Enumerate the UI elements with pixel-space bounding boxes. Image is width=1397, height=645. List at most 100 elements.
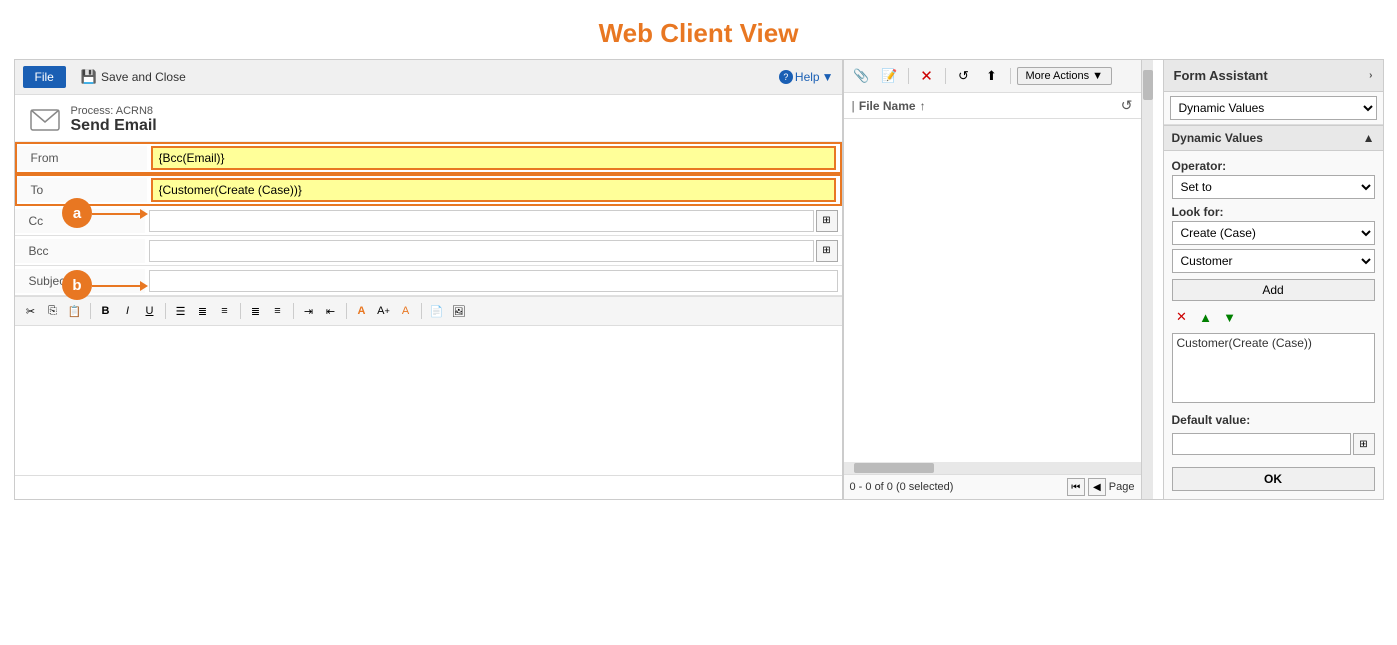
fa-ok-button[interactable]: OK <box>1172 467 1375 491</box>
file-name-label: File Name <box>859 99 916 113</box>
page-title: Web Client View <box>0 0 1397 59</box>
subject-input-wrap <box>145 268 842 294</box>
from-row: From <box>15 142 842 174</box>
fa-move-down-button[interactable]: ▼ <box>1220 307 1240 327</box>
refresh-records-button[interactable]: ↺ <box>952 65 976 87</box>
fa-actions-row: ✕ ▲ ▼ <box>1172 307 1375 327</box>
attach-file-button[interactable]: 📎 <box>850 65 874 87</box>
file-button[interactable]: File <box>23 66 66 88</box>
form-assistant-panel: Form Assistant › Dynamic Values Dynamic … <box>1163 60 1383 499</box>
cc-row: Cc ⊞ <box>15 206 842 236</box>
rte-sep4 <box>293 303 294 319</box>
arrow-b <box>92 285 142 287</box>
rte-paste-button[interactable]: 📋 <box>65 301 85 321</box>
help-button[interactable]: ? Help ▼ <box>779 70 834 84</box>
rte-indent-button[interactable]: ⇥ <box>299 301 319 321</box>
delete-icon: ✕ <box>920 67 933 85</box>
file-name-header: | File Name ↑ ↺ <box>844 93 1141 119</box>
process-header: Process: ACRN8 Send Email <box>15 95 842 142</box>
sort-indicator: | <box>852 99 855 113</box>
rte-image-button[interactable]: 🖼 <box>449 301 469 321</box>
fa-operator-select[interactable]: Set to <box>1172 175 1375 199</box>
bcc-lookup-button[interactable]: ⊞ <box>816 240 838 262</box>
rte-outdent-button[interactable]: ⇤ <box>321 301 341 321</box>
rte-cut-button[interactable]: ✂ <box>21 301 41 321</box>
rte-font-size-button[interactable]: A <box>352 301 372 321</box>
form-assistant-expand-icon[interactable]: › <box>1369 70 1372 81</box>
cc-lookup-button[interactable]: ⊞ <box>816 210 838 232</box>
lookup-icon: ⊞ <box>1359 439 1367 450</box>
vertical-scrollbar-thumb[interactable] <box>1143 70 1153 100</box>
prev-page-button[interactable]: ◀ <box>1088 478 1106 496</box>
fa-list-box[interactable]: Customer(Create (Case)) <box>1172 333 1375 403</box>
fa-default-lookup-button[interactable]: ⊞ <box>1353 433 1375 455</box>
template-icon: 📝 <box>881 68 897 84</box>
rte-sep2 <box>165 303 166 319</box>
fa-move-up-button[interactable]: ▲ <box>1196 307 1216 327</box>
fa-operator-section: Operator: Set to <box>1172 159 1375 199</box>
page-label: Page <box>1109 481 1135 493</box>
arrow-a <box>92 213 142 215</box>
rte-sep3 <box>240 303 241 319</box>
header-refresh-button[interactable]: ↺ <box>1121 97 1133 114</box>
fa-section-collapse-icon[interactable]: ▲ <box>1363 131 1375 145</box>
from-input[interactable] <box>151 146 836 170</box>
fa-add-button[interactable]: Add <box>1172 279 1375 301</box>
lookup-icon: ⊞ <box>822 245 830 256</box>
attachment-toolbar: 📎 📝 ✕ ↺ ⬆ <box>844 60 1141 93</box>
attachment-panel: 📎 📝 ✕ ↺ ⬆ <box>843 60 1153 499</box>
cc-input[interactable] <box>149 210 814 232</box>
save-icon: 💾 <box>81 69 97 85</box>
fa-default-input[interactable] <box>1172 433 1351 455</box>
lookup-icon: ⊞ <box>822 215 830 226</box>
fa-lookfor-section: Look for: Create (Case) Customer <box>1172 205 1375 273</box>
rte-italic-button[interactable]: I <box>118 301 138 321</box>
form-assistant-header: Form Assistant › <box>1164 60 1383 92</box>
to-input-wrap <box>147 176 840 204</box>
more-actions-button[interactable]: More Actions ▼ <box>1017 67 1112 85</box>
subject-input[interactable] <box>149 270 838 292</box>
bcc-label: Bcc <box>15 239 145 263</box>
vertical-scrollbar[interactable] <box>1141 60 1153 499</box>
more-actions-chevron-icon: ▼ <box>1092 70 1103 82</box>
email-form: From To Cc <box>15 142 842 296</box>
annotation-a: a <box>62 198 92 228</box>
fa-lookfor-select1[interactable]: Create (Case) <box>1172 221 1375 245</box>
save-close-button[interactable]: 💾 Save and Close <box>74 66 193 88</box>
rte-unordered-list-button[interactable]: ≡ <box>268 301 288 321</box>
fa-lookfor-select2[interactable]: Customer <box>1172 249 1375 273</box>
rte-font-color-button[interactable]: A <box>396 301 416 321</box>
rte-toolbar: ✂ ⎘ 📋 B I U ☰ ≣ ≡ ≣ ≡ ⇥ ⇤ A A+ A <box>15 296 842 326</box>
cc-input-wrap: ⊞ <box>145 208 842 234</box>
first-page-button[interactable]: ⏮ <box>1067 478 1085 496</box>
to-input[interactable] <box>151 178 836 202</box>
attachment-section: 📎 📝 ✕ ↺ ⬆ <box>843 60 1163 499</box>
rte-ordered-list-button[interactable]: ≣ <box>246 301 266 321</box>
delete-button[interactable]: ✕ <box>915 65 939 87</box>
rte-font-up-button[interactable]: A+ <box>374 301 394 321</box>
sort-asc-icon: ↑ <box>920 99 926 113</box>
rte-template-button[interactable]: 📄 <box>427 301 447 321</box>
horizontal-scrollbar[interactable] <box>844 462 1141 474</box>
fa-delete-button[interactable]: ✕ <box>1172 307 1192 327</box>
rte-align-center-button[interactable]: ≣ <box>193 301 213 321</box>
fa-dropdown-row: Dynamic Values <box>1164 92 1383 125</box>
main-container: File 💾 Save and Close ? Help ▼ <box>14 59 1384 500</box>
help-icon: ? <box>779 70 793 84</box>
rte-underline-button[interactable]: U <box>140 301 160 321</box>
pagination-info: 0 - 0 of 0 (0 selected) <box>850 481 954 493</box>
insert-template-button[interactable]: 📝 <box>878 65 902 87</box>
from-label: From <box>17 146 147 170</box>
fa-operator-label: Operator: <box>1172 159 1375 173</box>
editor-area[interactable] <box>15 326 842 476</box>
from-input-wrap <box>147 144 840 172</box>
rte-align-right-button[interactable]: ≡ <box>215 301 235 321</box>
bcc-row: Bcc ⊞ <box>15 236 842 266</box>
bcc-input[interactable] <box>149 240 814 262</box>
rte-copy-button[interactable]: ⎘ <box>43 301 63 321</box>
rte-align-left-button[interactable]: ☰ <box>171 301 191 321</box>
horizontal-scrollbar-thumb[interactable] <box>854 463 934 473</box>
rte-bold-button[interactable]: B <box>96 301 116 321</box>
fa-type-select[interactable]: Dynamic Values <box>1170 96 1377 120</box>
export-button[interactable]: ⬆ <box>980 65 1004 87</box>
